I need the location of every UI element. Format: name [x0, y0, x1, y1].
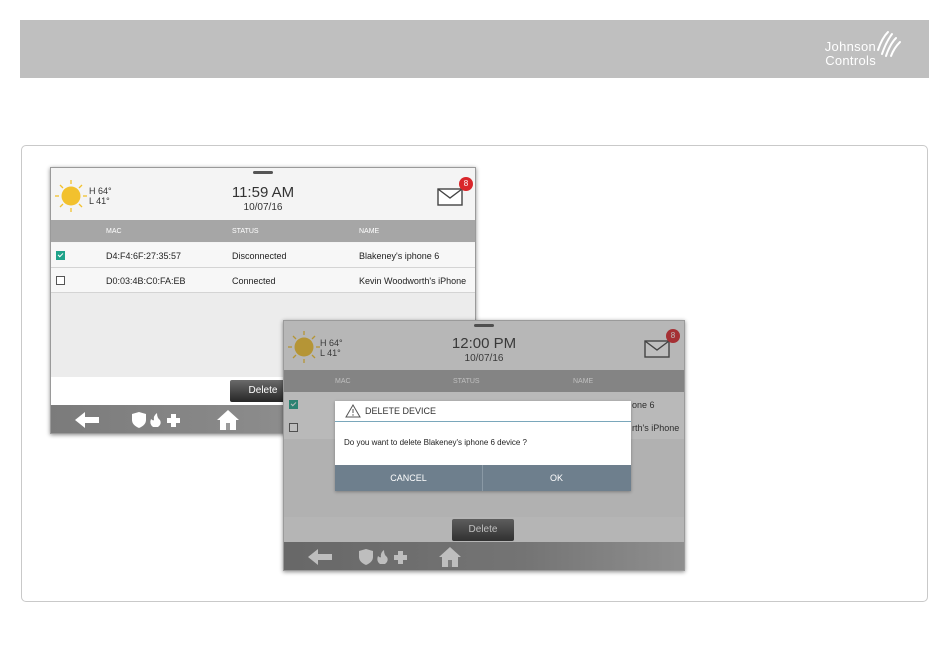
column-status: STATUS [453, 378, 480, 385]
security-fire-medical-icon[interactable] [131, 412, 187, 428]
row-checkbox[interactable] [56, 251, 65, 260]
column-status: STATUS [232, 228, 259, 235]
johnson-controls-logo: Johnson Controls [794, 28, 904, 74]
row-checkbox[interactable] [289, 400, 298, 409]
header-band [20, 20, 929, 78]
clock-time: 11:59 AM [231, 184, 295, 201]
row-checkbox[interactable] [289, 423, 298, 432]
device-table-header: MAC STATUS NAME [51, 220, 475, 242]
row-name: rth's iPhone [632, 423, 680, 433]
logo-mark-icon [877, 31, 901, 57]
security-fire-medical-icon[interactable] [358, 549, 414, 565]
mail-count-badge: 8 [459, 177, 473, 191]
row-status: Connected [232, 276, 276, 286]
device-table-header: MAC STATUS NAME [284, 370, 684, 392]
clock-time: 12:00 PM [451, 335, 517, 352]
pull-down-handle[interactable] [474, 324, 494, 327]
row-name: Blakeney's iphone 6 [359, 251, 440, 261]
dialog-title: DELETE DEVICE [365, 406, 437, 416]
delete-button[interactable]: Delete [452, 519, 514, 541]
back-arrow-icon[interactable] [75, 412, 99, 428]
clock-date: 10/07/16 [243, 202, 283, 213]
device-row[interactable]: D0:03:4B:C0:FA:EB Connected Kevin Woodwo… [51, 268, 475, 293]
panel-screen-delete-dialog: H 64° L 41° 12:00 PM 10/07/16 8 MAC STAT… [283, 320, 685, 571]
dialog-message: Do you want to delete Blakeney's iphone … [344, 438, 527, 447]
dialog-title-bar: DELETE DEVICE [335, 401, 631, 422]
column-mac: MAC [335, 378, 351, 385]
column-mac: MAC [106, 228, 122, 235]
dialog-button-bar: CANCEL OK [335, 465, 631, 491]
clock: 12:00 PM 10/07/16 [284, 335, 684, 364]
logo-line1: Johnson [824, 39, 876, 54]
pull-down-handle[interactable] [253, 171, 273, 174]
logo-line2: Controls [825, 53, 876, 68]
mail-count-badge: 8 [666, 329, 680, 343]
column-name: NAME [359, 228, 380, 235]
logo-text: Johnson Controls [825, 40, 876, 68]
clock-date: 10/07/16 [464, 353, 504, 364]
home-icon[interactable] [216, 409, 240, 431]
delete-device-dialog: DELETE DEVICE Do you want to delete Blak… [335, 401, 631, 491]
row-checkbox[interactable] [56, 276, 65, 285]
device-row[interactable]: D4:F4:6F:27:35:57 Disconnected Blakeney'… [51, 243, 475, 268]
mail-icon[interactable] [644, 340, 670, 358]
column-name: NAME [573, 378, 594, 385]
ok-button[interactable]: OK [483, 465, 630, 491]
row-name: one 6 [632, 400, 655, 410]
row-status: Disconnected [232, 251, 287, 261]
row-name: Kevin Woodworth's iPhone [359, 276, 467, 286]
warning-icon [345, 404, 361, 418]
bottom-nav [284, 542, 684, 570]
row-mac: D4:F4:6F:27:35:57 [106, 251, 182, 261]
cancel-button[interactable]: CANCEL [335, 465, 483, 491]
row-mac: D0:03:4B:C0:FA:EB [106, 276, 186, 286]
back-arrow-icon[interactable] [308, 549, 332, 565]
clock: 11:59 AM 10/07/16 [51, 184, 475, 213]
mail-icon[interactable] [437, 188, 463, 206]
home-icon[interactable] [438, 546, 462, 568]
